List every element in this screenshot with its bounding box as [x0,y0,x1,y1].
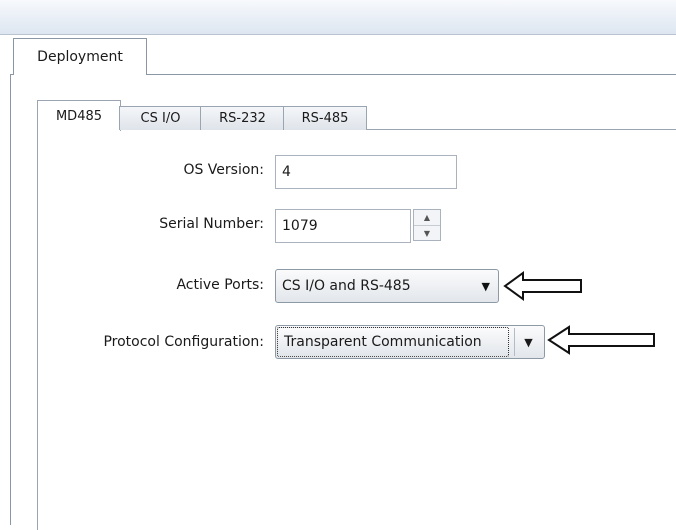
tab-deployment[interactable]: Deployment [13,38,147,75]
tab-rs-232-label: RS-232 [219,111,266,126]
protocol-configuration-label: Protocol Configuration: [103,334,264,350]
spinner-up-button[interactable]: ▲ [414,210,440,225]
tab-md485-label: MD485 [55,108,103,124]
protocol-configuration-focus: Transparent Communication [277,327,509,357]
caret-down-icon: ▼ [481,280,490,293]
triangle-down-icon: ▼ [423,229,431,238]
tab-rs-485[interactable]: RS-485 [283,106,367,130]
serial-number-value: 1079 [282,218,318,234]
os-version-field: 4 [275,155,457,189]
active-ports-label: Active Ports: [176,277,264,293]
tab-cs-io[interactable]: CS I/O [119,106,202,130]
tab-cs-io-label: CS I/O [140,111,181,126]
active-ports-value: CS I/O and RS-485 [282,278,411,294]
arrow-left-icon [547,325,655,355]
os-version-label: OS Version: [183,162,264,178]
serial-number-spinner: ▲ ▼ [413,209,441,241]
tab-deployment-label: Deployment [37,49,123,65]
serial-number-input[interactable]: 1079 [275,209,411,243]
os-version-value: 4 [282,164,291,180]
spinner-down-button[interactable]: ▼ [414,225,440,241]
active-ports-select[interactable]: CS I/O and RS-485 ▼ [275,269,499,303]
title-bar [0,0,676,35]
serial-number-label: Serial Number: [159,216,264,232]
protocol-dropdown-button[interactable]: ▼ [514,328,542,356]
tab-md485[interactable]: MD485 [37,100,121,131]
triangle-up-icon: ▲ [423,213,431,222]
protocol-configuration-value: Transparent Communication [284,334,482,350]
protocol-configuration-select[interactable]: Transparent Communication ▼ [275,325,545,359]
tab-rs-485-label: RS-485 [301,111,349,126]
arrow-left-icon [503,271,582,301]
tab-rs-232[interactable]: RS-232 [200,106,285,130]
caret-down-icon: ▼ [524,335,533,349]
